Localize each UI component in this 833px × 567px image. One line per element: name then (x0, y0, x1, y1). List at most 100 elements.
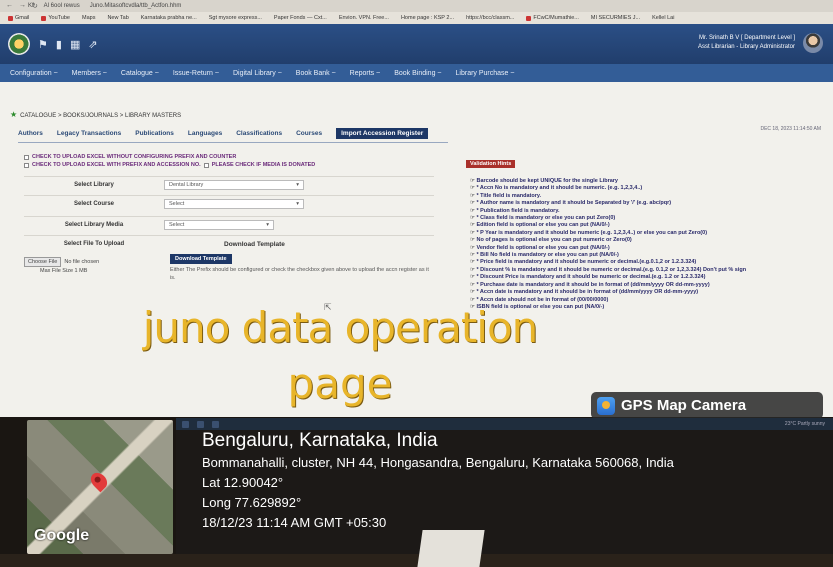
menu-library-purchase[interactable]: Library Purchase ~ (456, 70, 515, 77)
hint-item: Edition field is optional or else you ca… (470, 222, 830, 229)
reload-icon[interactable]: ↻ (32, 2, 38, 10)
library-select[interactable]: Dental Library ▾ (164, 180, 304, 190)
user-name: Mr. Srinath B V [ Department Level ] (698, 35, 795, 41)
hint-item: * Price field is mandatory and it should… (470, 259, 830, 266)
forward-icon[interactable]: → (19, 2, 26, 10)
date-info: DEC 18, 2023 11:14:50 AM (760, 126, 821, 132)
tab-legacy-transactions[interactable]: Legacy Transactions (57, 130, 121, 139)
desk-surface (0, 554, 833, 567)
tab-classifications[interactable]: Classifications (236, 130, 282, 139)
bookmark-item[interactable]: New Tab (107, 15, 128, 21)
hint-item: No of pages is optional else you can put… (470, 237, 830, 244)
geotag-city: Bengaluru, Karnataka, India (202, 430, 438, 451)
hint-item: * Accn date is mandatory and it should b… (470, 289, 830, 296)
geotag-latitude: Lat 12.90042° (202, 475, 284, 490)
menu-book-bank[interactable]: Book Bank ~ (296, 70, 336, 77)
hint-item: * Class field is mandatory or else you c… (470, 215, 830, 222)
book-icon[interactable]: ▮ (56, 38, 62, 51)
choose-file-button[interactable]: Choose File (24, 257, 62, 267)
chevron-down-icon: ▾ (296, 201, 299, 207)
bookmark-item[interactable]: MI SECURMIES J... (591, 15, 640, 21)
bookmark-item[interactable]: Paper Fonds — Cxt... (274, 15, 327, 21)
hint-item: * Bill No field is mandatory or else you… (470, 252, 830, 259)
overlay-caption-line1: juno data operation (142, 303, 539, 352)
windows-taskbar: 23°C Partly sunny (176, 418, 833, 430)
library-label: Select Library (74, 182, 114, 188)
browser-nav: ← → ↻ (6, 2, 38, 10)
app-header: ⚑ ▮ ▦ ⇗ Mr. Srinath B V [ Department Lev… (0, 24, 833, 64)
bookmark-item[interactable]: Gmail (8, 15, 29, 21)
user-role: Asst Librarian - Library Administrator (697, 44, 795, 50)
breadcrumb: ★ CATALOGUE > BOOKS/JOURNALS > LIBRARY MA… (10, 110, 182, 119)
browser-tab[interactable]: Al 6ool rewus (44, 3, 80, 9)
taskbar-app-icon[interactable] (197, 420, 204, 428)
bookmark-item[interactable]: Home page : KSP 2... (401, 15, 454, 21)
flag-icon[interactable]: ⚑ (38, 38, 48, 51)
download-template-button[interactable]: Download Template (170, 254, 232, 264)
menu-members[interactable]: Members ~ (72, 70, 107, 77)
tab-courses[interactable]: Courses (296, 130, 322, 139)
form-row-library: Select Library Dental Library ▾ (24, 176, 434, 193)
menu-digital-library[interactable]: Digital Library ~ (233, 70, 282, 77)
bookmark-item[interactable]: Maps (82, 15, 95, 21)
bookmark-item[interactable]: https://bcc/classm... (466, 15, 514, 21)
tab-authors[interactable]: Authors (18, 130, 43, 139)
paper-sheet (417, 530, 485, 567)
validation-hints-list: Barcode should be kept UNIQUE for the si… (470, 178, 830, 311)
hint-item: Vendor field is optional or else you can… (470, 245, 830, 252)
course-label: Select Course (73, 201, 115, 207)
validation-hints-title: Validation Hints (466, 160, 516, 168)
hint-item: * Accn No is mandatory and it should be … (470, 185, 830, 192)
bookmark-item[interactable]: Kellel Lai (652, 15, 674, 21)
file-label: Select File To Upload (63, 241, 125, 247)
bookmark-item[interactable]: Sgt mysore express... (209, 15, 262, 21)
tab-publications[interactable]: Publications (135, 130, 174, 139)
gps-camera-icon (597, 396, 615, 415)
institution-logo-icon[interactable] (8, 33, 30, 55)
grid-icon[interactable]: ▦ (70, 38, 80, 51)
address-bar[interactable]: Juno.Mitasoftcvdla/ttb_Actfon.hhm (90, 3, 182, 9)
download-template-link[interactable]: Download Template (224, 241, 285, 248)
hint-item: * Discount Price is mandatory and it sho… (470, 274, 830, 281)
media-select[interactable]: Select ▾ (164, 220, 274, 230)
external-link-icon[interactable]: ⇗ (88, 38, 97, 51)
menu-issue-return[interactable]: Issue-Return ~ (173, 70, 219, 77)
bookmark-item[interactable]: Karnataka prabha ne... (141, 15, 197, 21)
google-logo: Google (34, 527, 90, 544)
chevron-down-icon: ▾ (296, 182, 299, 188)
user-info: Mr. Srinath B V [ Department Level ] Ass… (698, 34, 795, 52)
no-file-text: No file chosen (64, 259, 100, 265)
hint-item: * Author name is mandatory and it should… (470, 200, 830, 207)
weather-text: 23°C Partly sunny (784, 421, 825, 427)
menu-book-binding[interactable]: Book Binding ~ (394, 70, 441, 77)
course-select[interactable]: Select ▾ (164, 199, 304, 209)
star-icon: ★ (10, 110, 18, 119)
file-picker: Choose File No file chosen (24, 257, 124, 267)
bookmark-item[interactable]: FCwC/Mumathie... (526, 15, 579, 21)
tab-import-accession-register[interactable]: Import Accession Register (336, 128, 429, 139)
media-label: Select Library Media (64, 222, 124, 228)
start-icon[interactable] (182, 420, 189, 428)
bookmark-item[interactable]: Envion. VPN. Free... (339, 15, 389, 21)
tab-languages[interactable]: Languages (188, 130, 222, 139)
header-icons: ⚑ ▮ ▦ ⇗ (38, 38, 98, 51)
checkbox-without-prefix[interactable] (24, 154, 29, 160)
main-menu: Configuration ~ Members ~ Catalogue ~ Is… (0, 64, 833, 82)
checkbox-row-with-prefix[interactable]: CHECK TO UPLOAD EXCEL WITH PREFIX AND AC… (24, 162, 315, 168)
bookmark-item[interactable]: YouTube (41, 15, 70, 21)
bookmarks-bar: Gmail YouTube Maps New Tab Karnataka pra… (0, 12, 833, 24)
avatar[interactable] (803, 33, 823, 53)
form-row-media: Select Library Media Select ▾ (24, 216, 434, 233)
hint-item: * Publication field is mandatory. (470, 208, 830, 215)
menu-configuration[interactable]: Configuration ~ (10, 70, 58, 77)
menu-catalogue[interactable]: Catalogue ~ (121, 70, 159, 77)
menu-reports[interactable]: Reports ~ (350, 70, 381, 77)
gps-camera-badge: GPS Map Camera (591, 392, 823, 419)
checkbox-donated[interactable] (203, 162, 209, 168)
system-tray: 23°C Partly sunny (785, 421, 833, 427)
back-icon[interactable]: ← (6, 2, 13, 10)
checkbox-with-prefix[interactable] (24, 162, 29, 168)
hint-item: * Title field is mandatory. (470, 193, 830, 200)
checkbox-row-without-prefix[interactable]: CHECK TO UPLOAD EXCEL WITHOUT CONFIGURIN… (24, 154, 236, 160)
taskbar-app-icon[interactable] (212, 420, 219, 428)
